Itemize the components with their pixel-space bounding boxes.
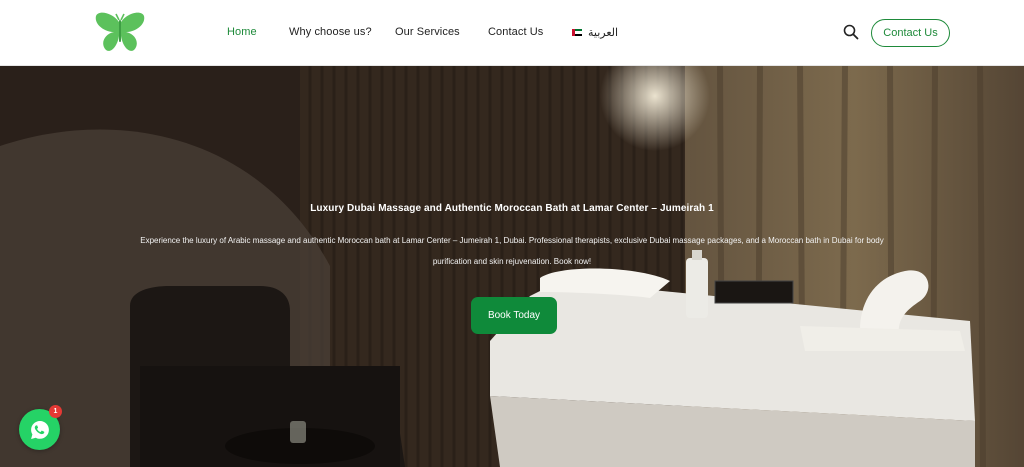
book-today-button[interactable]: Book Today	[471, 297, 557, 334]
whatsapp-icon	[30, 420, 49, 439]
butterfly-logo-icon[interactable]	[94, 10, 146, 52]
nav-why-choose-us[interactable]: Why choose us?	[289, 26, 372, 38]
hero-description: Experience the luxury of Arabic massage …	[140, 236, 884, 266]
contact-us-button[interactable]: Contact Us	[871, 19, 950, 47]
nav-our-services[interactable]: Our Services	[395, 26, 460, 38]
search-icon[interactable]	[843, 24, 859, 40]
nav-home[interactable]: Home	[227, 26, 257, 38]
notification-badge: 1	[49, 405, 62, 418]
hero-title: Luxury Dubai Massage and Authentic Moroc…	[310, 203, 714, 214]
uae-flag-icon	[572, 29, 582, 36]
language-label: العربية	[588, 27, 619, 39]
nav-contact-us[interactable]: Contact Us	[488, 26, 543, 38]
hero-section: Luxury Dubai Massage and Authentic Moroc…	[0, 66, 1024, 467]
nav-language-switch[interactable]: العربية	[572, 26, 618, 39]
site-header: Home Why choose us? Our Services Contact…	[0, 0, 1024, 66]
